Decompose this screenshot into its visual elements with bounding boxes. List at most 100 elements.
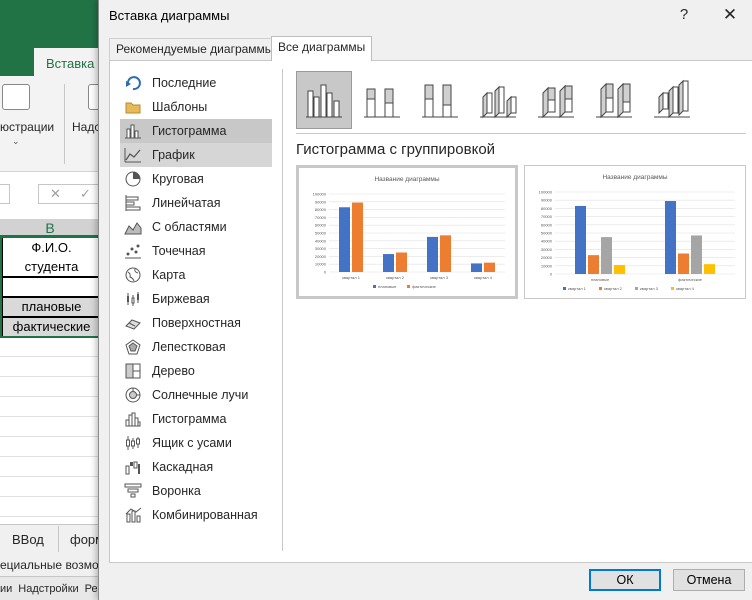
legend-entry: квартал 2	[604, 286, 623, 291]
excel-background: Ф Вставка юстрации ⌄ Надс ✕ ✓ B Ф.И.О. с…	[0, 0, 100, 600]
bar	[440, 235, 451, 272]
chart-category-item[interactable]: График	[120, 143, 272, 167]
status-bar: ециальные возмож	[0, 554, 100, 576]
sheet-tab-form[interactable]: форм	[70, 532, 100, 547]
bar	[678, 253, 689, 274]
chart-category-label: Каскадная	[152, 460, 214, 474]
column-header-b[interactable]: B	[0, 219, 100, 237]
chart-subtypes	[296, 71, 702, 129]
y-tick-label: 50000	[541, 231, 553, 236]
3d-stacked-100-column-icon	[596, 82, 632, 119]
ribbon-tab-insert[interactable]: Вставка	[46, 56, 94, 71]
chart-category-label: Комбинированная	[152, 508, 258, 522]
chart-category-item[interactable]: Гистограмма	[120, 407, 272, 431]
y-tick-label: 30000	[541, 247, 553, 252]
chart-category-item[interactable]: Линейчатая	[120, 191, 272, 215]
bottom-item-1[interactable]: ии	[0, 583, 12, 595]
chart-category-item[interactable]: Гистограмма	[120, 119, 272, 143]
illustrations-icon[interactable]	[2, 84, 30, 110]
subtype-stacked-column[interactable]	[354, 71, 410, 129]
chart-category-label: Лепестковая	[152, 340, 226, 354]
y-tick-label: 70000	[315, 215, 327, 220]
chart-category-label: Гистограмма	[152, 124, 227, 138]
illustrations-label[interactable]: юстрации	[0, 120, 54, 134]
map-chart-icon	[124, 266, 142, 284]
chart-category-list: Последние Шаблоны Гистограмма График Кругова…	[120, 71, 272, 527]
chart-category-label: Последние	[152, 76, 217, 90]
chart-category-item[interactable]: Точечная	[120, 239, 272, 263]
chart-category-item[interactable]: Солнечные лучи	[120, 383, 272, 407]
ok-button[interactable]: ОК	[589, 569, 661, 591]
subtype-100-stacked-column[interactable]	[412, 71, 468, 129]
bar	[575, 205, 586, 274]
bar	[471, 263, 482, 272]
chart-category-label: Ящик с усами	[152, 436, 232, 450]
y-tick-label: 60000	[541, 222, 553, 227]
y-tick-label: 0	[324, 270, 327, 275]
chart-category-label: Гистограмма	[152, 412, 227, 426]
chart-category-item[interactable]: Дерево	[120, 359, 272, 383]
x-tick-label: фактические	[678, 277, 703, 282]
tab-all-charts[interactable]: Все диаграммы	[271, 36, 373, 61]
chart-category-item[interactable]: Шаблоны	[120, 95, 272, 119]
chart-category-item[interactable]: Ящик с усами	[120, 431, 272, 455]
bar	[665, 201, 676, 274]
y-tick-label: 70000	[541, 214, 553, 219]
chart-category-item[interactable]: Комбинированная	[120, 503, 272, 527]
sheet-tab-separator	[58, 526, 59, 552]
chart-category-item[interactable]: Воронка	[120, 479, 272, 503]
formula-enter-icon[interactable]: ✓	[80, 186, 91, 202]
y-tick-label: 60000	[315, 223, 327, 228]
chart-category-label: Карта	[152, 268, 186, 282]
chart-category-label: Круговая	[152, 172, 204, 186]
subtype-separator	[296, 133, 746, 134]
bottom-item-addins[interactable]: Надстройки	[18, 583, 78, 595]
cell-actual[interactable]: фактические	[2, 317, 100, 337]
cancel-button[interactable]: Отмена	[673, 569, 745, 591]
subtype-clustered-column[interactable]	[296, 71, 352, 129]
chart-category-item[interactable]: Биржевая	[120, 287, 272, 311]
y-tick-label: 0	[550, 272, 553, 277]
bottom-item-3[interactable]: Ре	[85, 583, 98, 595]
subtype-3d-clustered-column[interactable]	[470, 71, 526, 129]
combo-chart-icon	[124, 506, 142, 524]
surface-chart-icon	[124, 314, 142, 332]
chart-preview-2[interactable]: Название диаграммы 100000 90000 80000 70000 6…	[524, 165, 746, 299]
chart-preview-1[interactable]: Название диаграммы 100000 90000 80000 70000 6…	[296, 165, 518, 299]
legend-entry: квартал 3	[640, 286, 659, 291]
x-tick-label: квартал 3	[430, 275, 449, 280]
y-tick-label: 40000	[541, 239, 553, 244]
chart-category-item[interactable]: Поверхностная	[120, 311, 272, 335]
chart-category-item[interactable]: Круговая	[120, 167, 272, 191]
help-button[interactable]: ?	[667, 3, 701, 27]
cell-fio[interactable]: Ф.И.О. студента	[2, 237, 100, 277]
bar	[588, 255, 599, 274]
chart-category-item[interactable]: Лепестковая	[120, 335, 272, 359]
insert-chart-dialog: Вставка диаграммы ? ✕ Рекомендуемые диаг…	[98, 0, 752, 600]
chart-category-item[interactable]: Карта	[120, 263, 272, 287]
chevron-down-icon[interactable]: ⌄	[12, 136, 20, 147]
close-button[interactable]: ✕	[713, 3, 747, 27]
y-tick-label: 10000	[541, 263, 553, 268]
chart-category-item[interactable]: Последние	[120, 71, 272, 95]
subtype-3d-column[interactable]	[644, 71, 700, 129]
addins-label[interactable]: Надс	[72, 120, 100, 134]
box-whisker-chart-icon	[124, 434, 142, 452]
tab-recommended-charts[interactable]: Рекомендуемые диаграммы	[109, 38, 281, 60]
chart-category-item[interactable]: Каскадная	[120, 455, 272, 479]
name-box[interactable]	[0, 184, 10, 204]
y-tick-label: 20000	[541, 255, 553, 260]
chart-category-item[interactable]: С областями	[120, 215, 272, 239]
treemap-chart-icon	[124, 362, 142, 380]
cell-empty[interactable]	[2, 277, 100, 297]
cell-planned[interactable]: плановые	[2, 297, 100, 317]
subtype-3d-stacked-column[interactable]	[528, 71, 584, 129]
legend-entry: квартал 4	[676, 286, 695, 291]
y-tick-label: 80000	[315, 207, 327, 212]
formula-cancel-icon[interactable]: ✕	[50, 186, 61, 202]
subtype-3d-100-stacked-column[interactable]	[586, 71, 642, 129]
sheet-tab-input[interactable]: ВВод	[12, 532, 44, 547]
y-tick-label: 100000	[313, 192, 327, 197]
legend-swatch	[563, 287, 566, 290]
y-tick-label: 100000	[539, 190, 553, 195]
